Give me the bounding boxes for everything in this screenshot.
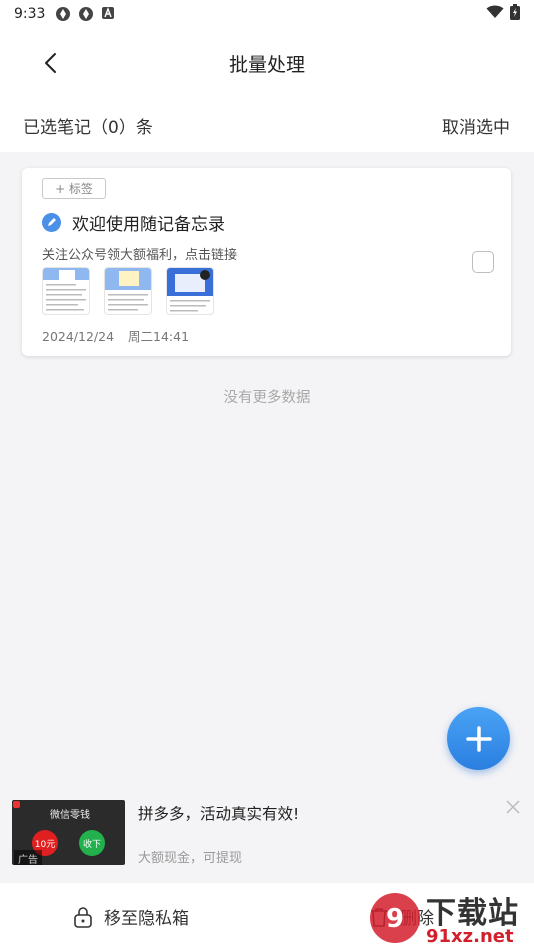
note-thumbnail[interactable] <box>42 267 90 315</box>
font-notification-icon <box>101 6 117 22</box>
note-select-checkbox[interactable] <box>472 251 494 273</box>
app-notification-icon <box>55 6 71 22</box>
note-title: 欢迎使用随记备忘录 <box>72 215 225 235</box>
note-thumbnails <box>42 267 214 315</box>
trash-icon <box>368 906 390 928</box>
note-title-row: 欢迎使用随记备忘录 <box>42 210 225 235</box>
note-card[interactable]: + 标签 欢迎使用随记备忘录 关注公众号领大额福利，点击链接 2024/12/2… <box>22 168 511 356</box>
delete-label: 删除 <box>400 909 434 929</box>
deselect-button[interactable]: 取消选中 <box>442 113 510 138</box>
page-title: 批量处理 <box>228 53 305 76</box>
pen-icon <box>42 213 61 232</box>
move-to-private-button[interactable]: 移至隐私箱 <box>72 883 189 950</box>
ad-image[interactable]: 微信零钱 10元 收下 广告 <box>12 800 125 865</box>
selection-bar: 已选笔记（0）条 取消选中 <box>0 98 534 152</box>
app-notification-icon <box>78 6 94 22</box>
note-thumbnail[interactable] <box>104 267 152 315</box>
ad-tag: 广告 <box>14 850 42 865</box>
delete-button[interactable]: 删除 <box>368 883 434 950</box>
bottom-action-bar: 移至隐私箱 删除 <box>0 883 534 950</box>
close-icon <box>506 800 520 814</box>
add-note-button[interactable] <box>447 707 510 770</box>
ad-close-button[interactable] <box>504 798 522 816</box>
battery-charging-icon <box>510 4 520 24</box>
list-end-text: 没有更多数据 <box>223 390 311 406</box>
note-date-value: 2024/12/24 <box>42 329 115 344</box>
plus-icon <box>465 725 492 752</box>
app-header: 批量处理 <box>0 28 534 98</box>
status-time: 9:33 <box>14 6 46 22</box>
lock-icon <box>72 906 94 928</box>
back-button[interactable] <box>36 48 66 78</box>
wifi-icon <box>486 5 504 23</box>
ad-subtitle: 大额现金，可提现 <box>138 851 243 866</box>
note-thumbnail[interactable] <box>166 267 214 315</box>
move-to-private-label: 移至隐私箱 <box>104 909 189 929</box>
status-right-icons <box>486 4 520 24</box>
note-time-value: 周二14:41 <box>128 329 190 344</box>
ad-image-title: 微信零钱 <box>50 810 90 821</box>
ad-brand-icon <box>13 801 20 808</box>
ad-image-green-button: 收下 <box>79 830 105 856</box>
note-date: 2024/12/24 周二14:41 <box>42 326 189 345</box>
chevron-left-icon <box>45 53 56 73</box>
ad-title: 拼多多，活动真实有效! <box>138 805 300 823</box>
selected-count-label: 已选笔记（0）条 <box>23 117 153 138</box>
ad-banner[interactable]: 微信零钱 10元 收下 广告 拼多多，活动真实有效! 大额现金，可提现 <box>0 790 534 882</box>
note-preview: 关注公众号领大额福利，点击链接 <box>42 248 238 263</box>
add-tag-button[interactable]: + 标签 <box>42 178 106 199</box>
status-bar: 9:33 <box>0 0 534 28</box>
